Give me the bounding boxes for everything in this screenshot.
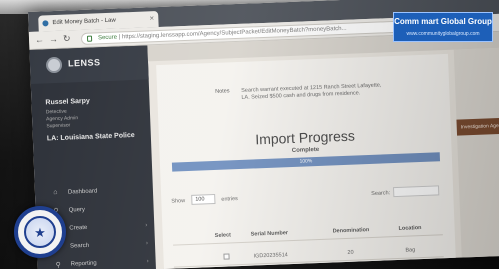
broadcaster-logo: Comm mart Global Group www.communityglob… <box>393 12 493 42</box>
reload-icon[interactable]: ↻ <box>63 33 71 44</box>
user-role-3: Supervisor <box>46 122 71 130</box>
sidebar-item-label: Search <box>69 242 90 250</box>
close-icon[interactable]: ✕ <box>149 11 155 27</box>
secure-label: Secure <box>97 34 118 42</box>
user-name: Russel Sarpy <box>45 97 90 107</box>
sidebar-item-search[interactable]: ⚲ Search › <box>53 240 148 252</box>
star-icon: ★ <box>34 225 46 240</box>
sidebar-item-create[interactable]: + Create › <box>52 222 148 233</box>
user-organization: LA: Louisiana State Police <box>46 131 135 143</box>
sidebar-item-query[interactable]: ⚲ Query <box>52 204 147 216</box>
denomination-cell: 20 <box>347 249 354 256</box>
column-header-serial[interactable]: Serial Number <box>251 230 288 237</box>
app-name: LENSS <box>67 57 101 69</box>
column-header-location[interactable]: Location <box>398 225 421 232</box>
notes-text: Search warrant executed at 1215 Ranch St… <box>241 82 382 101</box>
search-icon: ⚲ <box>55 261 61 269</box>
investigation-agent-button[interactable]: Investigation Agent <box>456 117 499 136</box>
back-icon[interactable]: ← <box>35 34 44 44</box>
sidebar-header: LENSS <box>29 45 149 84</box>
logo-url: www.communityglobalgroup.com <box>406 31 480 37</box>
chevron-right-icon: › <box>145 240 149 247</box>
entries-label: entries <box>221 196 238 203</box>
serial-number-cell: IGD20235514 <box>253 252 288 260</box>
favicon-icon <box>42 20 49 27</box>
location-cell: Bag <box>405 247 416 254</box>
dashboard-icon: ⌂ <box>53 189 58 197</box>
sidebar-item-label: Create <box>69 224 88 232</box>
sidebar-item-label: Query <box>68 206 86 214</box>
column-header-denomination[interactable]: Denomination <box>333 227 370 234</box>
lock-icon <box>86 35 93 42</box>
user-role-1: Detective <box>45 108 67 116</box>
chevron-right-icon: › <box>146 258 149 265</box>
sidebar-item-label: Dashboard <box>67 187 98 196</box>
money-batch-panel: Notes Search warrant executed at 1215 Ra… <box>156 53 456 269</box>
chevron-right-icon: › <box>145 222 148 229</box>
forward-icon[interactable]: → <box>49 34 58 44</box>
police-seal: ★ <box>14 206 66 258</box>
user-role-2: Agency Admin <box>46 115 79 123</box>
row-select-checkbox[interactable] <box>223 253 230 260</box>
right-panel: Investigation Agent <box>453 47 499 264</box>
seal-emblem: ★ <box>24 216 56 248</box>
table-divider <box>173 234 443 246</box>
logo-title: Comm mart Global Group <box>394 17 492 26</box>
tab-title: Edit Money Batch - Law <box>52 17 116 27</box>
table-search-input[interactable] <box>392 185 440 198</box>
sidebar-item-label: Reporting <box>70 260 97 268</box>
sidebar-item-reporting[interactable]: ⚲ Reporting › <box>54 258 149 269</box>
show-label: Show <box>171 198 186 205</box>
app-logo-icon <box>45 56 63 74</box>
search-label: Search: <box>371 190 391 197</box>
sidebar-item-dashboard[interactable]: ⌂ Dashboard <box>51 186 146 197</box>
page-size-select[interactable]: 100 <box>191 193 216 205</box>
column-header-select[interactable]: Select <box>215 232 231 239</box>
notes-label: Notes <box>215 88 230 95</box>
